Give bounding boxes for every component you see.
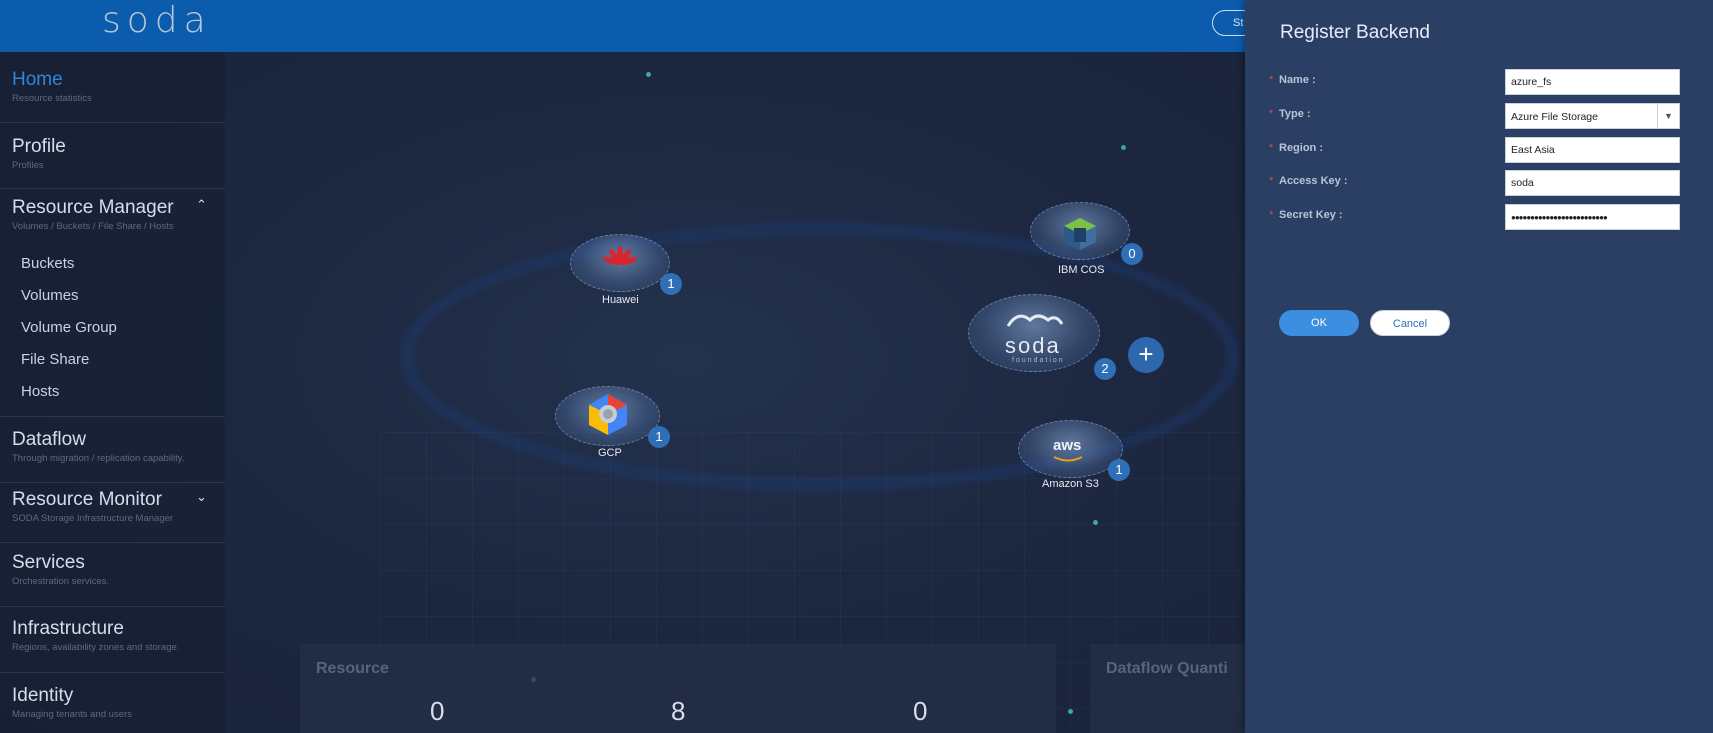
soda-cloud-sublabel: foundation: [1012, 357, 1065, 364]
cancel-button[interactable]: Cancel: [1370, 310, 1450, 336]
ibm-cos-icon: [1064, 218, 1096, 250]
nav-infrastructure-label: Infrastructure: [12, 618, 124, 639]
required-mark: *: [1269, 142, 1274, 154]
divider: [0, 188, 225, 189]
nav-home-label: Home: [12, 69, 63, 90]
name-label: Name :: [1279, 74, 1316, 86]
divider: [0, 122, 225, 123]
type-row: * Type : Azure File Storage ▼: [1269, 103, 1709, 129]
sidebar-item-file-share[interactable]: File Share: [21, 351, 89, 368]
resource-stat-value: 0: [913, 696, 928, 726]
nav-infrastructure-sub: Regions, availability zones and storage.: [12, 642, 180, 653]
type-select-value: Azure File Storage: [1511, 111, 1598, 123]
nav-services-sub: Orchestration services.: [12, 576, 110, 587]
ok-button[interactable]: OK: [1279, 310, 1359, 336]
nav-dataflow-label: Dataflow: [12, 429, 86, 450]
required-mark: *: [1269, 74, 1274, 86]
sidebar-item-volume-group[interactable]: Volume Group: [21, 319, 117, 336]
sidebar-item-volumes[interactable]: Volumes: [21, 287, 79, 304]
required-mark: *: [1269, 209, 1274, 221]
cloud-count-badge: 1: [1108, 459, 1130, 481]
resource-card: Resource 0 8 0: [300, 644, 1056, 733]
nav-resource-monitor-label: Resource Monitor: [12, 489, 162, 510]
sidebar: Home Resource statistics Profile Profile…: [0, 52, 225, 733]
divider: [0, 542, 225, 543]
nav-home-sub: Resource statistics: [12, 93, 92, 104]
name-row: * Name :: [1269, 69, 1709, 95]
add-backend-button[interactable]: +: [1128, 337, 1164, 373]
register-backend-panel: Register Backend * Name : * Type : Azure…: [1245, 0, 1713, 733]
cloud-count-badge: 1: [648, 426, 670, 448]
cloud-label: IBM COS: [1058, 264, 1105, 276]
nav-infrastructure[interactable]: Infrastructure Regions, availability zon…: [12, 618, 179, 653]
soda-logo[interactable]: soda: [102, 0, 212, 41]
nav-resource-manager[interactable]: Resource Manager Volumes / Buckets / Fil…: [12, 197, 174, 232]
ambient-dot: [1121, 145, 1126, 150]
sidebar-item-buckets[interactable]: Buckets: [21, 255, 74, 272]
region-label: Region :: [1279, 142, 1323, 154]
divider: [0, 672, 225, 673]
nav-resource-manager-label: Resource Manager: [12, 197, 174, 218]
panel-title: Register Backend: [1280, 22, 1430, 43]
aws-logo-icon: aws: [1053, 437, 1082, 454]
secret-key-input[interactable]: [1505, 204, 1680, 230]
aws-smile-icon: [1053, 456, 1083, 462]
access-key-row: * Access Key :: [1269, 170, 1709, 196]
divider: [0, 606, 225, 607]
ambient-dot: [646, 72, 651, 77]
secret-key-row: * Secret Key :: [1269, 204, 1709, 230]
cloud-count-badge: 2: [1094, 358, 1116, 380]
dataflow-quantity-card: Dataflow Quanti: [1090, 644, 1245, 733]
cloud-count-badge: 1: [660, 273, 682, 295]
nav-dataflow[interactable]: Dataflow Through migration / replication…: [12, 429, 185, 464]
nav-identity-sub: Managing tenants and users: [12, 709, 132, 720]
nav-resource-manager-sub: Volumes / Buckets / File Share / Hosts: [12, 221, 174, 232]
type-label: Type :: [1279, 108, 1311, 120]
required-mark: *: [1269, 108, 1274, 120]
soda-cloud-label: soda: [1005, 333, 1061, 358]
region-row: * Region :: [1269, 137, 1709, 163]
access-key-label: Access Key :: [1279, 175, 1348, 187]
top-header: soda St: [0, 0, 1272, 52]
cloud-count-badge: 0: [1121, 243, 1143, 265]
region-input[interactable]: [1505, 137, 1680, 163]
resource-stat-value: 8: [671, 696, 686, 726]
divider: [0, 482, 225, 483]
secret-key-label: Secret Key :: [1279, 209, 1343, 221]
ambient-dot: [1093, 520, 1098, 525]
cloud-label: GCP: [598, 447, 622, 459]
dataflow-card-title: Dataflow Quanti: [1106, 660, 1228, 677]
caret-down-icon[interactable]: ▼: [1657, 104, 1679, 128]
nav-resource-monitor-sub: SODA Storage Infrastructure Manager: [12, 513, 174, 524]
chevron-down-icon[interactable]: ⌄: [196, 489, 207, 505]
nav-profile[interactable]: Profile Profiles: [12, 136, 66, 171]
soda-foundation-icon: [1006, 314, 1064, 327]
divider: [0, 416, 225, 417]
required-mark: *: [1269, 175, 1274, 187]
resource-card-title: Resource: [316, 660, 389, 677]
gcp-logo-icon: [589, 394, 627, 435]
nav-services[interactable]: Services Orchestration services.: [12, 552, 109, 587]
ambient-dot: [1068, 709, 1073, 714]
type-select[interactable]: Azure File Storage ▼: [1505, 103, 1680, 129]
nav-resource-monitor[interactable]: Resource Monitor SODA Storage Infrastruc…: [12, 489, 173, 524]
cloud-label: Amazon S3: [1042, 478, 1099, 490]
sidebar-item-hosts[interactable]: Hosts: [21, 383, 59, 400]
name-input[interactable]: [1505, 69, 1680, 95]
nav-dataflow-sub: Through migration / replication capabili…: [12, 453, 185, 464]
nav-profile-label: Profile: [12, 136, 66, 157]
chevron-up-icon[interactable]: ⌃: [196, 197, 207, 213]
cloud-label: Huawei: [602, 294, 639, 306]
nav-identity[interactable]: Identity Managing tenants and users: [12, 685, 132, 720]
nav-services-label: Services: [12, 552, 85, 573]
access-key-input[interactable]: [1505, 170, 1680, 196]
resource-stat-value: 0: [430, 696, 445, 726]
huawei-logo-icon: [603, 246, 637, 266]
nav-identity-label: Identity: [12, 685, 74, 706]
nav-home[interactable]: Home Resource statistics: [12, 69, 92, 104]
nav-profile-sub: Profiles: [12, 160, 44, 171]
